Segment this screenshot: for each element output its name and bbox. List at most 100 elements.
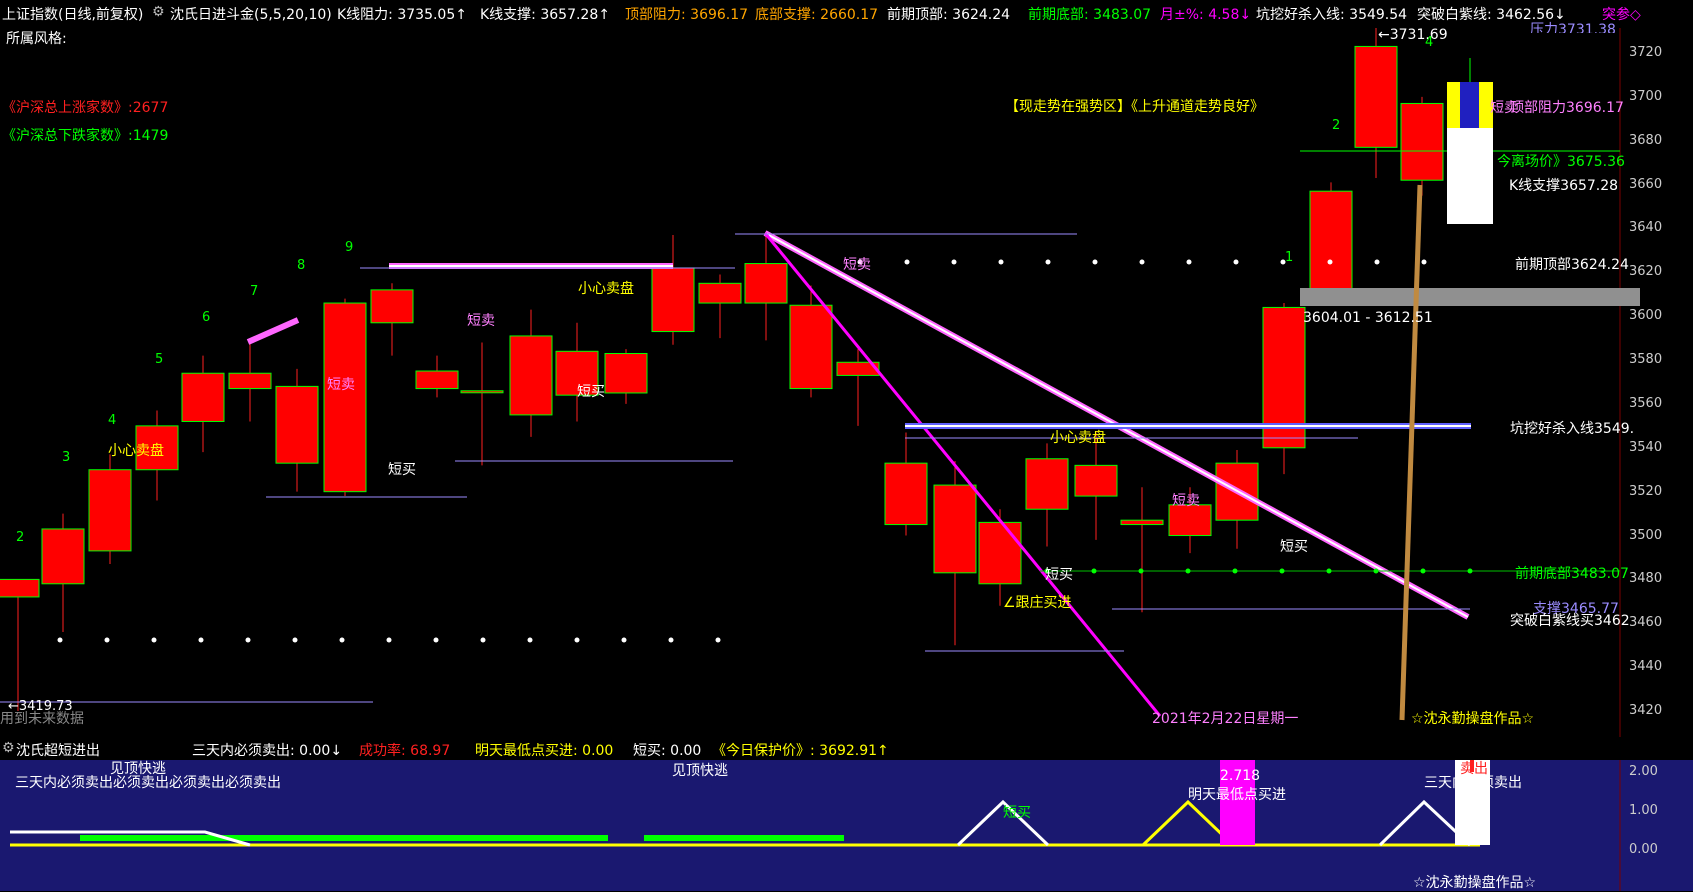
price-tick: 3700 — [1629, 88, 1663, 104]
price-tick: 3500 — [1629, 527, 1663, 543]
support-dot — [245, 637, 251, 643]
success-rate: 成功率: 68.97 — [359, 743, 451, 759]
bottom-dot — [1420, 568, 1426, 574]
gear-icon[interactable]: ⚙ — [152, 4, 165, 20]
prev-bottom: 前期底部: 3483.07 — [1028, 7, 1152, 23]
indicator-name[interactable]: 沈氏日进斗金(5,5,20,10) — [170, 4, 332, 24]
candle[interactable] — [1354, 28, 1398, 179]
wave-number: 4 — [108, 413, 117, 428]
candle[interactable] — [789, 285, 833, 398]
lower-tick: 2.00 — [1629, 764, 1658, 779]
price-tick: 3540 — [1629, 439, 1663, 455]
short-sell-4: 短卖 — [1172, 493, 1200, 509]
date-label: 2021年2月22日星期一 — [1152, 711, 1299, 727]
candle[interactable] — [604, 349, 648, 404]
short-buy-val: 短买: 0.00 — [633, 743, 702, 759]
candle[interactable] — [1074, 432, 1118, 540]
price-axis: 3720 3700 3680 3660 3640 3620 3600 3580 3560 3540… — [1623, 28, 1693, 737]
support-dot — [292, 637, 298, 643]
short-buy-2: 短买 — [577, 384, 605, 400]
candle[interactable] — [415, 355, 459, 398]
candle[interactable] — [933, 460, 977, 646]
candle[interactable] — [1309, 182, 1353, 301]
candle[interactable] — [884, 432, 928, 536]
candle[interactable] — [0, 578, 40, 711]
lp-value: 2.718 — [1220, 768, 1261, 784]
brown-trend — [1399, 184, 1423, 721]
careful-sell-1: 小心卖盘 — [108, 443, 164, 459]
resist-dot — [1186, 259, 1192, 265]
lp-sell: 卖出 — [1460, 761, 1488, 777]
lower-axis: 2.00 1.00 0.00 — [1623, 760, 1693, 891]
resist-dot — [998, 259, 1004, 265]
gear-icon[interactable]: ⚙ — [2, 740, 15, 756]
header-bar: 上证指数(日线,前复权) ⚙ 沈氏日进斗金(5,5,20,10) K线阻力: 3… — [0, 0, 1693, 28]
candle[interactable] — [370, 283, 414, 356]
k-support: K线支撑: 3657.28↑ — [480, 7, 610, 23]
author-label: ☆沈永勤操盘作品☆ — [1411, 711, 1535, 727]
support-dot — [151, 637, 157, 643]
candle[interactable] — [41, 513, 85, 633]
today-price: 今离场价》3675.36 — [1497, 154, 1625, 170]
pit-line-label: 坑挖好杀入线3549. — [1510, 421, 1635, 437]
bottom-dot — [1091, 568, 1097, 574]
must-sell: 三天内必须卖出: 0.00↓ — [192, 743, 343, 759]
lp-peak-escape-1: 见顶快逃 — [110, 761, 166, 777]
resist-cut-label: 压力3731.38 — [1530, 22, 1616, 33]
candle[interactable] — [1400, 96, 1444, 196]
high-label: ←3731.69 — [1378, 27, 1448, 43]
support-dot — [433, 637, 439, 643]
wave-number: 2 — [16, 530, 25, 545]
candle[interactable] — [744, 232, 788, 341]
support-dot — [621, 637, 627, 643]
candle[interactable] — [228, 338, 272, 422]
price-tick: 3600 — [1629, 308, 1663, 324]
candle[interactable] — [460, 342, 504, 466]
candle[interactable] — [181, 355, 225, 453]
candle[interactable] — [509, 309, 553, 437]
lower-tick: 1.00 — [1629, 803, 1658, 818]
bottom-dot — [1373, 568, 1379, 574]
prev-bottom-label: 前期底部3483.07 — [1515, 566, 1629, 582]
wave-number: 4 — [1425, 35, 1434, 50]
resist-dot — [1374, 259, 1380, 265]
candle[interactable] — [836, 349, 880, 426]
price-tick: 3580 — [1629, 352, 1663, 368]
lower-tick: 0.00 — [1629, 842, 1658, 857]
resist-dot — [1092, 259, 1098, 265]
lp-author: ☆沈永勤操盘作品☆ — [1413, 875, 1537, 891]
support-dot — [104, 637, 110, 643]
careful-sell-2: 小心卖盘 — [578, 281, 634, 297]
k-resist: K线阻力: 3735.05↑ — [337, 7, 467, 23]
candle[interactable] — [698, 274, 742, 339]
candle[interactable] — [323, 298, 367, 497]
short-sell-1: 短卖 — [327, 377, 355, 393]
support-dot — [198, 637, 204, 643]
careful-sell-3: 小心卖盘 — [1050, 430, 1106, 446]
lower-panel[interactable]: 三天内必须卖出必须卖出必须卖出必须卖出 见顶快逃 见顶快逃 短买 2.718 明… — [0, 760, 1693, 891]
candle[interactable] — [1262, 303, 1306, 475]
lower-title[interactable]: 沈氏超短进出 — [16, 740, 100, 760]
candle[interactable] — [651, 235, 695, 345]
short-buy-1: 短买 — [388, 462, 416, 478]
candle[interactable] — [555, 322, 599, 422]
left-up-line — [246, 317, 300, 345]
pit-line: 坑挖好杀入线: 3549.54 — [1256, 7, 1408, 23]
wave-number: 1 — [1285, 250, 1294, 265]
bottom-dot — [1138, 568, 1144, 574]
resist-dot — [1421, 259, 1427, 265]
lower-panel-header: ⚙ 沈氏超短进出 三天内必须卖出: 0.00↓ 成功率: 68.97 明天最低点… — [0, 737, 1693, 760]
no-data-label: 用到未来数据 — [0, 711, 84, 727]
candle[interactable] — [275, 368, 319, 492]
breakout-label: 突破白紫线买3462 — [1510, 613, 1630, 629]
candle[interactable] — [1120, 487, 1164, 613]
bottom-dot — [1232, 568, 1238, 574]
support-dot — [715, 637, 721, 643]
bottom-dot — [1326, 568, 1332, 574]
candle[interactable] — [88, 454, 132, 565]
candlestick-chart[interactable] — [0, 28, 1693, 737]
index-name[interactable]: 上证指数(日线,前复权) — [2, 4, 143, 24]
candle[interactable] — [1025, 443, 1069, 547]
resist-dot — [1327, 259, 1333, 265]
short-sell-2: 短卖 — [467, 313, 495, 329]
